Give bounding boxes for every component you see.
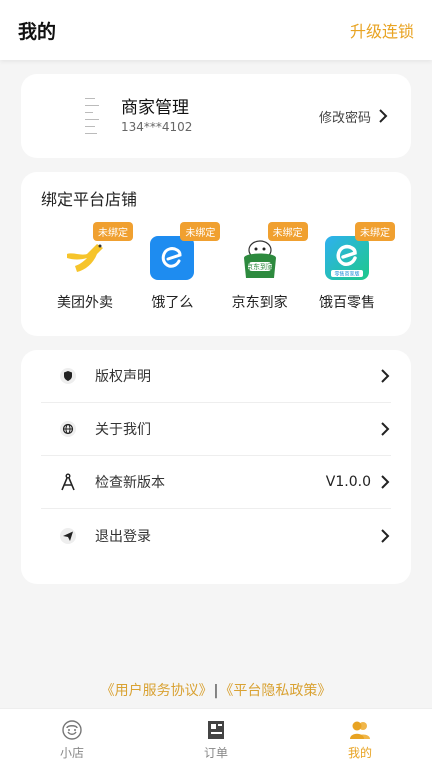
menu-label: 关于我们 [95,422,151,438]
tab-mine[interactable]: 我的 [288,709,432,768]
tab-orders[interactable]: 订单 [144,709,288,768]
platform-label: 京东到家 [231,295,288,311]
platform-label: 饿百零售 [318,295,375,311]
platform-section-title: 绑定平台店铺 [41,190,138,209]
platform-item-eleme[interactable]: 未绑定 饿了么 [130,222,221,312]
merchant-name: 商家管理 [121,98,189,118]
version-value: V1.0.0 [325,474,371,490]
globe-icon [59,420,77,438]
chevron-right-icon [381,528,390,543]
menu-item-logout[interactable]: 退出登录 [41,509,391,562]
tab-label: 小店 [59,746,84,760]
platform-item-ebai[interactable]: 零售商家版 未绑定 饿百零售 [305,222,395,312]
jddj-icon: 京东到家 未绑定 [238,222,308,280]
profile-card: 商家管理 134***4102 修改密码 [21,74,411,158]
store-icon [62,720,82,740]
change-password-button[interactable]: 修改密码 [319,107,389,126]
menu-item-check-version[interactable]: 检查新版本 V1.0.0 [41,456,391,509]
menu-item-copyright[interactable]: 版权声明 [41,350,391,403]
tab-label: 订单 [203,746,228,760]
jddj-icon-text: 京东到家 [246,262,274,271]
chevron-right-icon [381,475,390,489]
chevron-right-icon [379,109,388,123]
order-icon [208,721,224,739]
unbound-badge: 未绑定 [93,222,133,241]
chevron-right-icon [381,369,390,383]
link-separator: | [213,683,219,699]
agreement-links: 《用户服务协议》|《平台隐私政策》 [0,680,432,700]
unbound-badge: 未绑定 [267,222,308,241]
platform-item-meituan[interactable]: 未绑定 美团外卖 [43,222,133,312]
menu-label: 版权声明 [95,369,151,385]
change-password-label: 修改密码 [318,110,371,126]
menu-label: 检查新版本 [95,475,165,491]
bottom-tab-bar: 小店 订单 我的 [0,708,432,768]
chevron-right-icon [381,422,390,436]
shield-icon [59,367,77,385]
profile-icon [350,721,370,739]
ebai-icon-text: 零售商家版 [334,271,359,278]
compass-icon [59,473,77,491]
menu-item-about[interactable]: 关于我们 [41,403,391,456]
tab-label: 我的 [347,746,372,760]
menu-label: 退出登录 [95,528,151,545]
unbound-badge: 未绑定 [180,222,221,241]
platform-label: 饿了么 [151,295,194,311]
avatar [81,94,111,138]
privacy-policy-link[interactable]: 《平台隐私政策》 [219,683,331,699]
unbound-badge: 未绑定 [354,222,395,241]
user-agreement-link[interactable]: 《用户服务协议》 [101,683,213,699]
ebai-icon: 零售商家版 未绑定 [324,222,395,280]
settings-menu-card: 版权声明 关于我们 检查新版本 V1.0.0 退出登录 [21,350,411,584]
meituan-icon: 未绑定 [63,222,133,280]
eleme-icon: 未绑定 [150,222,221,280]
top-header: 我的 升级连锁 [0,0,432,60]
upgrade-chain-button[interactable]: 升级连锁 [350,18,414,42]
tab-store[interactable]: 小店 [0,709,144,768]
platform-item-jddj[interactable]: 京东到家 未绑定 京东到家 [218,222,308,312]
merchant-phone: 134***4102 [121,120,193,134]
send-icon [59,527,77,545]
platform-binding-card: 绑定平台店铺 未绑定 美团外卖 未绑定 饿了么 京东到家 未绑定 京东到家 零售… [21,172,411,336]
page-title: 我的 [18,20,57,43]
platform-label: 美团外卖 [57,295,113,311]
